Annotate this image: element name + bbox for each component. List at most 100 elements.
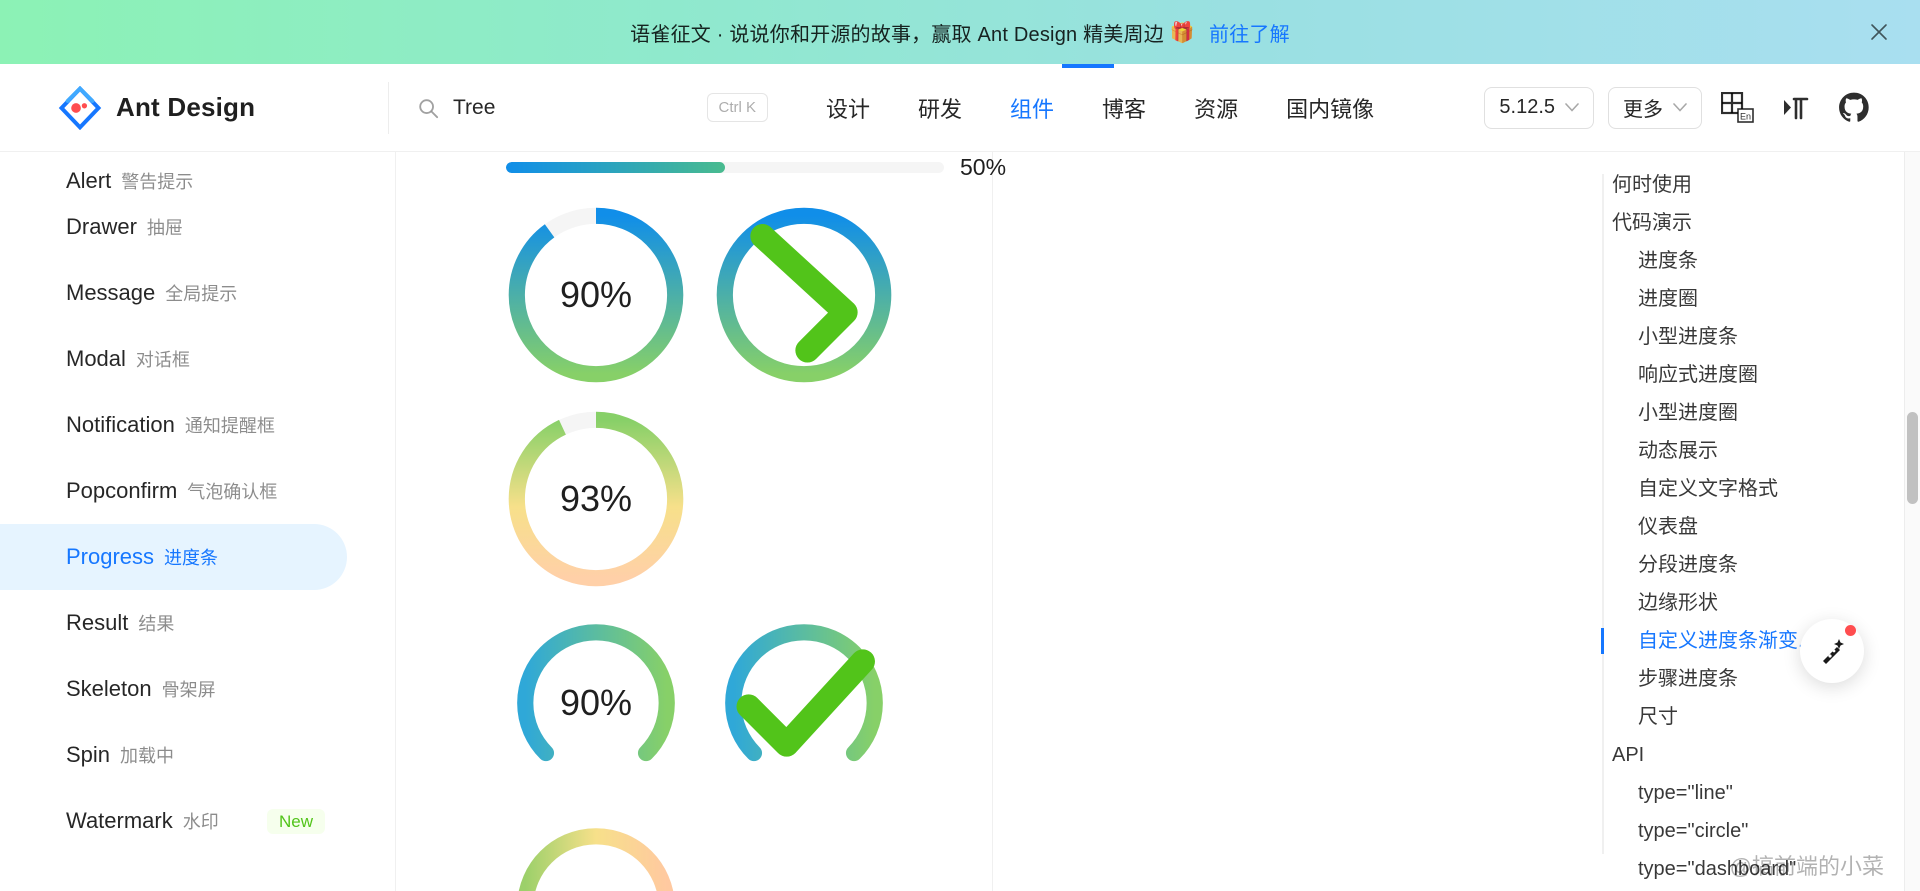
sidebar-item-popconfirm[interactable]: Popconfirm 气泡确认框: [0, 458, 347, 524]
app-root: 语雀征文 · 说说你和开源的故事，赢取 Ant Design 精美周边 🎁 前往…: [0, 0, 1920, 891]
gradient-dashboard-90-label: 90%: [559, 682, 633, 723]
toc-item-size[interactable]: 尺寸: [1580, 698, 1880, 736]
sidebar-item-label-cn: 抽屉: [146, 218, 183, 238]
success-check-container: [714, 205, 894, 385]
sidebar-item-label-en: Progress: [66, 544, 155, 569]
nav-item-components[interactable]: 组件: [986, 92, 1078, 124]
svg-text:En: En: [1740, 111, 1751, 121]
sidebar-item-modal[interactable]: Modal 对话框: [0, 326, 347, 392]
toc-item-dynamic[interactable]: 动态展示: [1580, 432, 1880, 470]
close-icon[interactable]: [1866, 19, 1892, 45]
sidebar-item-label-en: Message: [66, 280, 156, 305]
sidebar-item-label-cn: 结果: [138, 614, 175, 634]
main-content: 50% 90% 93% 90%: [396, 152, 1580, 891]
sidebar-item-watermark[interactable]: Watermark 水印 New: [0, 788, 347, 854]
nav-item-blog[interactable]: 博客: [1078, 92, 1170, 124]
success-check-container: [714, 613, 894, 793]
chevron-down-icon: [1673, 103, 1687, 112]
progress-demo-column: 50% 90% 93% 90%: [506, 152, 1066, 891]
search-shortcut-hint: Ctrl K: [706, 93, 768, 122]
sidebar-item-label-cn: 全局提示: [165, 284, 238, 304]
theme-editor-fab[interactable]: [1800, 619, 1864, 683]
sidebar-item-drawer[interactable]: Drawer 抽屉: [0, 194, 347, 260]
circle-progress-row-1: 90%: [506, 205, 1066, 385]
search-box[interactable]: Tree Ctrl K: [388, 81, 768, 134]
sidebar-item-message[interactable]: Message 全局提示: [0, 260, 347, 326]
search-input[interactable]: Tree: [453, 96, 693, 120]
gradient-dashboard-90: 90%: [506, 613, 686, 793]
more-menu-button[interactable]: 更多: [1608, 86, 1702, 129]
page-scrollbar-track[interactable]: [1904, 152, 1920, 891]
sidebar-item-label-cn: 进度条: [164, 548, 219, 568]
sidebar-item-progress[interactable]: Progress 进度条: [0, 524, 347, 590]
sidebar-item-label-cn: 对话框: [135, 350, 190, 370]
sidebar-item-label-cn: 骨架屏: [161, 680, 216, 700]
sidebar-item-alert[interactable]: Alert 警告提示: [0, 152, 347, 194]
sidebar-item-label-en: Skeleton: [66, 676, 152, 701]
nav-item-resources[interactable]: 资源: [1170, 92, 1262, 124]
sidebar-item-result[interactable]: Result 结果: [0, 590, 347, 656]
toc-item-stroke-linecap[interactable]: 边缘形状: [1580, 584, 1880, 622]
nav-item-design[interactable]: 设计: [802, 92, 894, 124]
sidebar-item-label-cn: 气泡确认框: [187, 482, 278, 502]
sidebar-item-label-en: Notification: [66, 412, 175, 437]
toc-item-examples[interactable]: 代码演示: [1580, 204, 1880, 242]
promo-banner-text: 语雀征文 · 说说你和开源的故事，赢取 Ant Design 精美周边: [630, 23, 1164, 46]
page-scrollbar-thumb[interactable]: [1907, 412, 1918, 504]
gift-icon: 🎁: [1169, 21, 1195, 44]
more-menu-label: 更多: [1623, 99, 1663, 121]
toc-item-custom-format[interactable]: 自定义文字格式: [1580, 470, 1880, 508]
magic-wand-icon: [1823, 639, 1844, 664]
toc-item-when-to-use[interactable]: 何时使用: [1580, 166, 1880, 204]
gradient-circle-93: 93%: [506, 409, 686, 589]
logo-label: Ant Design: [116, 92, 256, 122]
promo-banner: 语雀征文 · 说说你和开源的故事，赢取 Ant Design 精美周边 🎁 前往…: [0, 0, 1920, 64]
toc-list: 何时使用 代码演示 进度条 进度圈 小型进度条 响应式进度圈 小型进度圈 动态展…: [1580, 166, 1920, 891]
github-icon[interactable]: [1832, 86, 1876, 130]
search-icon: [419, 98, 439, 118]
site-header: Ant Design Tree Ctrl K 设计 研发 组件 博客 资源 国内…: [0, 64, 1920, 152]
nav-item-develop[interactable]: 研发: [894, 92, 986, 124]
logo[interactable]: Ant Design: [58, 85, 388, 130]
sidebar-item-label-en: Drawer: [66, 214, 137, 239]
toc-item-line[interactable]: 进度条: [1580, 242, 1880, 280]
toc-item-api[interactable]: API: [1580, 736, 1880, 774]
language-switch-icon[interactable]: En: [1716, 86, 1760, 130]
promo-banner-content: 语雀征文 · 说说你和开源的故事，赢取 Ant Design 精美周边 🎁 前往…: [630, 18, 1290, 47]
line-progress-fill: [506, 162, 725, 173]
dashboard-progress-row-2: 93%: [506, 817, 1066, 891]
check-icon: [750, 224, 858, 363]
line-progress: 50%: [506, 152, 1066, 181]
toc-item-circle[interactable]: 进度圈: [1580, 280, 1880, 318]
toc-item-type-circle[interactable]: type="circle": [1580, 812, 1880, 850]
toc-item-dashboard[interactable]: 仪表盘: [1580, 508, 1880, 546]
circle-progress-row-2: 93%: [506, 409, 1066, 589]
gradient-dashboard-93: 93%: [506, 817, 686, 891]
version-select-label: 5.12.5: [1499, 96, 1555, 118]
gradient-dashboard-93-label: 93%: [506, 817, 686, 891]
line-progress-track: [506, 162, 944, 173]
check-icon: [736, 649, 875, 757]
toc-item-mini-line[interactable]: 小型进度条: [1580, 318, 1880, 356]
toc-item-type-dashboard[interactable]: type="dashboard": [1580, 850, 1880, 888]
ant-design-logo-icon: [58, 85, 102, 130]
nav-item-mirror[interactable]: 国内镜像: [1262, 92, 1398, 124]
sidebar-item-skeleton[interactable]: Skeleton 骨架屏: [0, 656, 347, 722]
version-select[interactable]: 5.12.5: [1484, 86, 1594, 129]
gradient-dashboard-success: [714, 613, 894, 793]
toc-item-type-line[interactable]: type="line": [1580, 774, 1880, 812]
toc-item-segmented[interactable]: 分段进度条: [1580, 546, 1880, 584]
toc-item-responsive-circle[interactable]: 响应式进度圈: [1580, 356, 1880, 394]
toc-item-mini-circle[interactable]: 小型进度圈: [1580, 394, 1880, 432]
sidebar-item-label-en: Spin: [66, 742, 111, 767]
sidebar-item-notification[interactable]: Notification 通知提醒框: [0, 392, 347, 458]
page-body: Alert 警告提示 Drawer 抽屉 Message 全局提示 Modal …: [0, 152, 1920, 891]
nav-active-indicator: [1062, 64, 1114, 68]
text-direction-icon[interactable]: [1774, 86, 1818, 130]
notification-dot: [1845, 625, 1856, 636]
promo-banner-link[interactable]: 前往了解: [1209, 18, 1290, 47]
gradient-circle-90-label: 90%: [559, 274, 633, 315]
sidebar-item-label-cn: 水印: [182, 812, 219, 832]
sidebar-item-spin[interactable]: Spin 加载中: [0, 722, 347, 788]
sidebar-item-label-cn: 通知提醒框: [184, 416, 275, 436]
